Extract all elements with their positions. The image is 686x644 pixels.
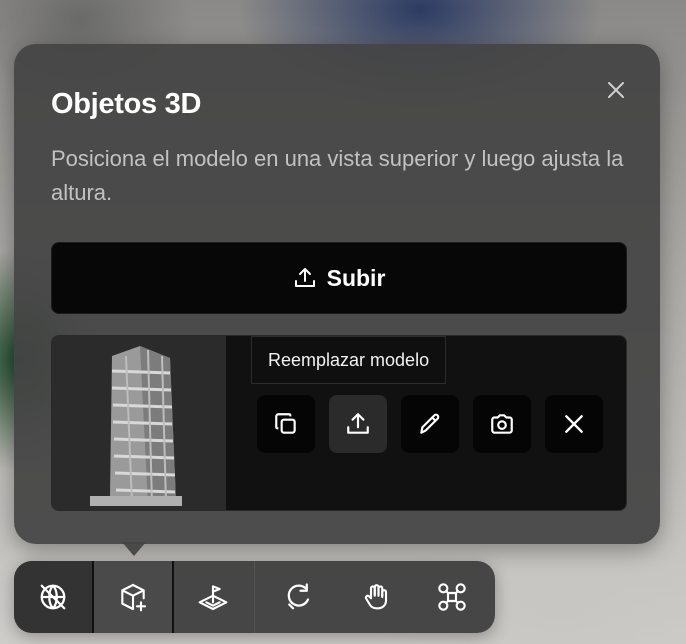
toolbar-divider: [254, 561, 255, 633]
pencil-icon: [420, 413, 440, 434]
model-thumbnail[interactable]: [52, 336, 226, 510]
panel-description: Posiciona el modelo en una vista superio…: [51, 146, 624, 205]
upload-icon: [347, 413, 369, 434]
rotate-tool[interactable]: [262, 561, 334, 633]
objects-3d-panel: Objetos 3D Posiciona el modelo en una vi…: [14, 44, 660, 544]
upload-button[interactable]: Subir: [51, 242, 627, 314]
copy-icon: [275, 413, 296, 434]
building-model-image: [52, 336, 226, 510]
move-tool[interactable]: [416, 561, 488, 633]
upload-icon: [294, 268, 315, 287]
bottom-toolbar: [14, 561, 495, 633]
close-icon: [565, 415, 583, 433]
globe-off-icon: [40, 584, 66, 610]
edit-button[interactable]: [401, 395, 459, 453]
remove-button[interactable]: [545, 395, 603, 453]
cube-plus-icon: [121, 583, 147, 612]
close-icon: [608, 82, 624, 98]
replace-model-button[interactable]: [329, 395, 387, 453]
camera-button[interactable]: [473, 395, 531, 453]
upload-label: Subir: [326, 264, 386, 291]
flag-plane-icon: [198, 585, 228, 611]
hand-icon: [364, 584, 388, 610]
pan-tool[interactable]: [340, 561, 412, 633]
replace-model-tooltip: Reemplazar modelo: [251, 336, 447, 384]
place-marker-tool[interactable]: [174, 561, 252, 633]
globe-tool[interactable]: [14, 561, 92, 633]
model-card: Reemplazar modelo: [51, 335, 627, 511]
camera-icon: [491, 414, 513, 434]
duplicate-button[interactable]: [257, 395, 315, 453]
panel-title: Objetos 3D: [51, 88, 202, 120]
drone-icon: [438, 583, 466, 611]
close-button[interactable]: [604, 78, 628, 102]
rotate-icon: [287, 583, 310, 610]
3d-object-tool[interactable]: [92, 561, 174, 633]
model-actions: [257, 395, 603, 453]
panel-pointer: [122, 542, 146, 556]
